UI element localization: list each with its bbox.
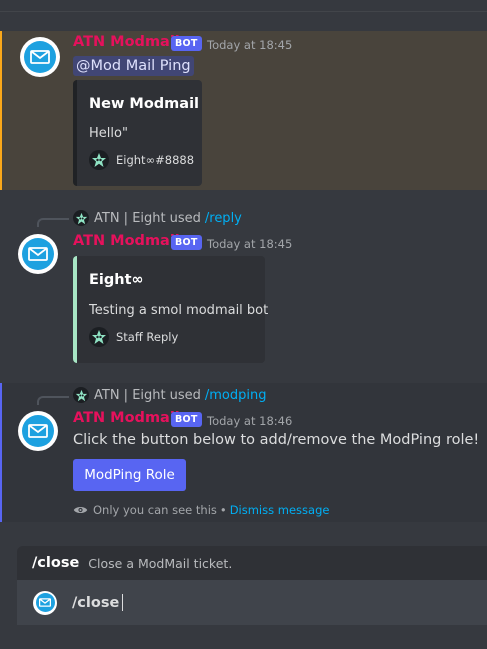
top-divider <box>0 0 487 12</box>
reply-command[interactable]: /reply <box>205 211 242 226</box>
message-input[interactable]: /close <box>17 580 487 625</box>
reply-spine <box>37 218 69 227</box>
embed-footer-text: Eight∞#8888 <box>116 153 195 167</box>
modping-role-button[interactable]: ModPing Role <box>73 459 186 491</box>
autocomplete-command[interactable]: /close <box>32 555 79 571</box>
reply-command[interactable]: /modping <box>205 388 267 403</box>
embed-card: Eight∞ Testing a smol modmail bot Staff … <box>73 256 269 363</box>
dismiss-message-link[interactable]: Dismiss message <box>230 503 330 517</box>
role-mention[interactable]: @Mod Mail Ping <box>73 56 194 76</box>
message-ephemeral <box>0 383 487 522</box>
text-caret <box>122 594 124 611</box>
bot-badge: BOT <box>171 412 202 427</box>
reply-user[interactable]: ATN | Eight <box>94 388 166 403</box>
mail-envelope-icon <box>28 424 48 438</box>
ephemeral-notice: Only you can see this • Dismiss message <box>73 503 329 517</box>
embed-footer-text: Staff Reply <box>116 330 179 344</box>
embed-footer: Staff Reply <box>89 327 178 347</box>
embed-card: New Modmail Hello" Eight∞#8888 <box>73 80 202 186</box>
star-face-icon <box>73 387 89 403</box>
mail-envelope-icon <box>28 247 48 261</box>
autocomplete-description: Close a ModMail ticket. <box>88 555 233 571</box>
author-name[interactable]: ATN Modmail <box>73 34 180 50</box>
author-name[interactable]: ATN Modmail <box>73 410 180 426</box>
bot-badge: BOT <box>171 36 202 51</box>
reply-used-text: used <box>169 387 201 403</box>
command-autocomplete[interactable]: /close Close a ModMail ticket. <box>17 546 487 580</box>
ephemeral-separator: • <box>219 503 227 517</box>
timestamp[interactable]: Today at 18:45 <box>207 237 292 251</box>
timestamp[interactable]: Today at 18:45 <box>207 38 292 52</box>
mail-envelope-icon <box>30 50 50 64</box>
star-face-icon <box>89 327 109 347</box>
timestamp[interactable]: Today at 18:46 <box>207 414 292 428</box>
star-face-icon <box>73 210 89 226</box>
ephemeral-text: Only you can see this <box>93 503 217 517</box>
reply-reference[interactable]: ATN | Eight used /reply <box>73 210 242 226</box>
message-content: Click the button below to add/remove the… <box>73 432 480 448</box>
embed-description: Testing a smol modmail bot <box>89 303 269 318</box>
reply-spine <box>37 396 69 405</box>
embed-title: Eight∞ <box>89 272 144 288</box>
bot-badge: BOT <box>171 235 202 250</box>
embed-description: Hello" <box>89 126 128 141</box>
embed-title: New Modmail <box>89 96 200 112</box>
reply-used-text: used <box>169 210 201 226</box>
app-command-icon <box>33 590 57 615</box>
reply-reference[interactable]: ATN | Eight used /modping <box>73 387 266 403</box>
eye-icon <box>73 507 88 513</box>
bot-avatar[interactable] <box>20 37 60 77</box>
bot-avatar[interactable] <box>18 411 58 451</box>
embed-footer: Eight∞#8888 <box>89 150 194 170</box>
input-value[interactable]: /close <box>72 595 119 611</box>
star-face-icon <box>89 150 109 170</box>
author-name[interactable]: ATN Modmail <box>73 233 180 249</box>
reply-user[interactable]: ATN | Eight <box>94 211 166 226</box>
bot-avatar[interactable] <box>18 234 58 274</box>
mail-envelope-icon <box>39 598 51 607</box>
